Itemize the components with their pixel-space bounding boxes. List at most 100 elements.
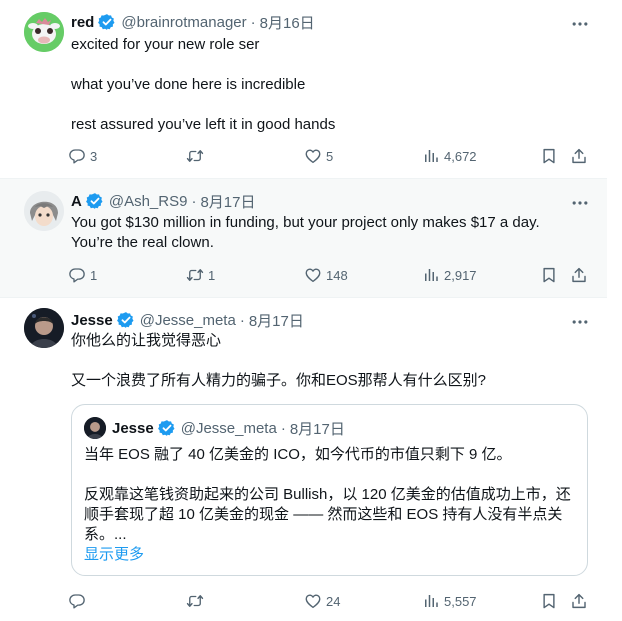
view-count: 2,917 [444, 267, 477, 283]
bookmark-button[interactable] [540, 265, 558, 285]
retweet-button[interactable]: 1 [186, 265, 215, 285]
share-button[interactable] [570, 265, 588, 285]
bookmark-icon [540, 266, 558, 284]
tweet-text-line: what you’ve done here is incredible [71, 76, 306, 93]
cow-avatar-icon [24, 12, 64, 52]
like-icon [304, 147, 322, 165]
tweet-text-line: 又一个浪费了所有人精力的骗子。你和EOS那帮人有什么区别? [71, 372, 487, 389]
tweet-text-line: excited for your new role ser [71, 36, 260, 53]
like-count: 5 [326, 148, 334, 164]
like-button[interactable]: 24 [304, 591, 340, 611]
quoted-text-line: 顺手套现了超 10 亿美金的现金 —— 然而这些和 EOS 持有人没有半点关 [84, 506, 563, 523]
avatar-a[interactable] [24, 191, 64, 231]
reply-icon [68, 266, 86, 284]
tweet-1[interactable]: red @brainrotmanager · 8月16日 excited for… [0, 0, 607, 178]
reply-icon [68, 147, 86, 165]
display-name[interactable]: red [71, 14, 94, 31]
tweet-text-line: rest assured you’ve left it in good hand… [71, 116, 336, 133]
quoted-tweet[interactable]: Jesse @Jesse_meta · 8月17日 当年 EOS 融了 40 亿… [71, 404, 588, 576]
view-count: 4,672 [444, 148, 477, 164]
verified-badge-icon [86, 192, 104, 210]
like-button[interactable]: 148 [304, 265, 348, 285]
views-icon [422, 592, 440, 610]
handle[interactable]: @brainrotmanager [121, 14, 246, 31]
views-icon [422, 266, 440, 284]
right-gutter [607, 0, 622, 621]
views-button[interactable]: 5,557 [422, 591, 477, 611]
tweet-2[interactable]: A @Ash_RS9 · 8月17日 You got $130 million … [0, 179, 607, 297]
quoted-avatar [84, 417, 106, 439]
tweet-3[interactable]: Jesse @Jesse_meta · 8月17日 你他么的让我觉得恶心 又一个… [0, 298, 607, 621]
bookmark-button[interactable] [540, 146, 558, 166]
views-button[interactable]: 4,672 [422, 146, 477, 166]
reply-count: 3 [90, 148, 98, 164]
reply-button[interactable] [68, 591, 90, 611]
tweet-actions: 24 5,557 [68, 591, 592, 611]
quoted-text-line: 系。... [84, 526, 127, 543]
reply-count: 1 [90, 267, 98, 283]
tweet-text-line: 你他么的让我觉得恶心 [71, 332, 222, 349]
retweet-button[interactable] [186, 146, 208, 166]
share-button[interactable] [570, 146, 588, 166]
like-icon [304, 592, 322, 610]
share-icon [570, 147, 588, 165]
retweet-count: 1 [208, 267, 216, 283]
show-more-link[interactable]: 显示更多 [84, 545, 144, 565]
retweet-button[interactable] [186, 591, 208, 611]
verified-badge-icon [117, 311, 135, 329]
more-icon[interactable] [570, 193, 590, 213]
more-icon[interactable] [570, 14, 590, 34]
avatar-red[interactable] [24, 12, 64, 52]
views-icon [422, 147, 440, 165]
tweet-actions: 1 1 148 2,917 [68, 265, 592, 285]
quoted-header: Jesse @Jesse_meta · 8月17日 [112, 418, 345, 438]
share-icon [570, 266, 588, 284]
quoted-display-name: Jesse [112, 419, 154, 437]
like-count: 148 [326, 267, 348, 283]
quoted-text-line: 反观靠这笔钱资助起来的公司 Bullish，以 120 亿美金的估值成功上市，还 [84, 486, 571, 503]
handle[interactable]: @Jesse_meta [140, 312, 236, 329]
timestamp[interactable]: 8月17日 [249, 310, 304, 331]
dot-separator: · [239, 311, 245, 329]
like-icon [304, 266, 322, 284]
avatar-jesse[interactable] [24, 308, 64, 348]
share-button[interactable] [570, 591, 588, 611]
tweet-text-line: You’re the real clown. [71, 234, 214, 251]
tweet-text-line: You got $130 million in funding, but you… [71, 214, 540, 231]
reply-button[interactable]: 1 [68, 265, 97, 285]
tweet-header: A @Ash_RS9 · 8月17日 [71, 191, 255, 211]
quoted-timestamp: 8月17日 [289, 420, 345, 438]
bookmark-button[interactable] [540, 591, 558, 611]
handle[interactable]: @Ash_RS9 [109, 193, 188, 210]
like-count: 24 [326, 593, 341, 609]
tweet-header: Jesse @Jesse_meta · 8月17日 [71, 310, 304, 330]
share-icon [570, 592, 588, 610]
dot-separator: · [191, 192, 197, 210]
dot-separator: · [280, 419, 286, 437]
quoted-text-line: 当年 EOS 融了 40 亿美金的 ICO，如今代币的市值只剩下 9 亿。 [84, 446, 512, 463]
dot-separator: · [250, 13, 256, 31]
display-name[interactable]: A [71, 193, 82, 210]
quoted-handle: @Jesse_meta [180, 419, 277, 437]
timestamp[interactable]: 8月16日 [260, 12, 315, 33]
bookmark-icon [540, 147, 558, 165]
view-count: 5,557 [444, 593, 477, 609]
anime-avatar-icon [24, 191, 64, 231]
like-button[interactable]: 5 [304, 146, 333, 166]
verified-badge-icon [158, 419, 176, 437]
reply-button[interactable]: 3 [68, 146, 97, 166]
dark-avatar-icon [24, 308, 64, 348]
display-name[interactable]: Jesse [71, 312, 113, 329]
timestamp[interactable]: 8月17日 [200, 191, 255, 212]
reply-icon [68, 592, 86, 610]
more-icon[interactable] [570, 312, 590, 332]
retweet-icon [186, 147, 204, 165]
retweet-icon [186, 266, 204, 284]
tweet-actions: 3 5 4,672 [68, 146, 592, 166]
retweet-icon [186, 592, 204, 610]
tweet-header: red @brainrotmanager · 8月16日 [71, 12, 315, 32]
verified-badge-icon [98, 13, 116, 31]
dark-avatar-icon [84, 417, 106, 439]
bookmark-icon [540, 592, 558, 610]
views-button[interactable]: 2,917 [422, 265, 477, 285]
